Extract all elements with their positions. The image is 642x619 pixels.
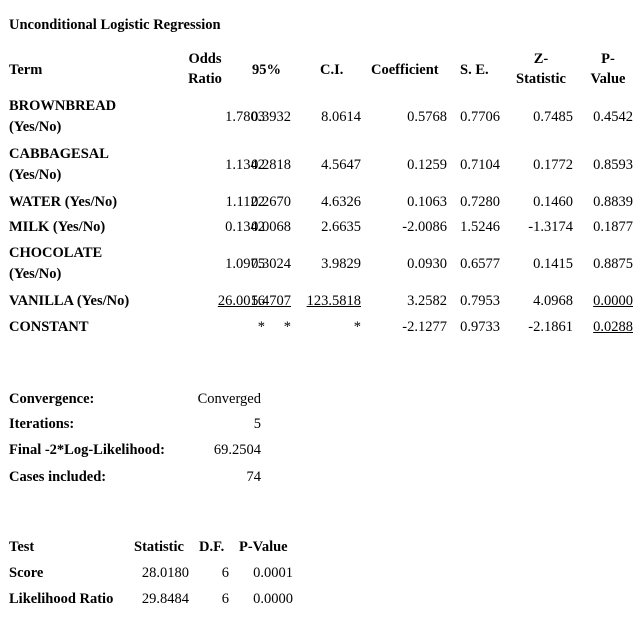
cell-ci-low: 0.3932 — [251, 109, 291, 125]
cell-se: 0.7104 — [460, 157, 500, 173]
cell-coefficient: -2.0086 — [402, 219, 447, 235]
summary-label: Convergence: — [9, 391, 95, 407]
header-term: Term — [9, 62, 43, 78]
header-ci-low: 95% — [252, 62, 281, 78]
header-odds-ratio: Odds Ratio — [180, 49, 230, 89]
cell-p: 0.0288 — [593, 319, 633, 335]
header-z-line2: Statistic — [516, 71, 566, 87]
summary-value: 74 — [246, 469, 262, 485]
test-cell-df: 6 — [221, 565, 229, 581]
term-name: WATER (Yes/No) — [9, 194, 118, 210]
cell-p: 0.8593 — [593, 157, 633, 173]
cell-z: 0.7485 — [533, 109, 573, 125]
header-z-statistic: Z- Statistic — [510, 49, 572, 89]
cell-ci-high: 4.5647 — [321, 157, 361, 173]
header-z-line1: Z- — [533, 51, 549, 67]
cell-z: 0.1772 — [533, 157, 573, 173]
header-p-value: P- Value — [584, 49, 632, 89]
test-header-df: D.F. — [199, 539, 225, 555]
cell-odds-ratio: * — [257, 319, 265, 335]
cell-p: 0.8875 — [593, 256, 633, 272]
cell-ci-low: 0.3024 — [251, 256, 291, 272]
cell-coefficient: 0.1063 — [407, 194, 447, 210]
cell-se: 0.6577 — [460, 256, 500, 272]
term-name: CHOCOLATE — [9, 245, 103, 261]
cell-coefficient: 0.0930 — [407, 256, 447, 272]
cell-se: 0.7706 — [460, 109, 500, 125]
cell-z: 4.0968 — [533, 293, 573, 309]
header-odds-ratio-line2: Ratio — [188, 71, 222, 87]
test-header-p-value: P-Value — [239, 539, 288, 555]
cell-se: 0.7280 — [460, 194, 500, 210]
header-ci-high: C.I. — [320, 62, 344, 78]
summary-label: Final -2*Log-Likelihood: — [9, 442, 165, 458]
summary-value: 5 — [253, 416, 261, 432]
cell-z: 0.1460 — [533, 194, 573, 210]
cell-coefficient: -2.1277 — [402, 319, 447, 335]
header-p-line1: P- — [601, 51, 615, 67]
cell-ci-low: * — [283, 319, 291, 335]
cell-se: 0.7953 — [460, 293, 500, 309]
summary-label: Cases included: — [9, 469, 107, 485]
test-name: Likelihood Ratio — [9, 591, 114, 607]
cell-p: 0.8839 — [593, 194, 633, 210]
term-name: CONSTANT — [9, 319, 89, 335]
term-name-suffix: (Yes/No) — [9, 119, 62, 135]
test-cell-statistic: 28.0180 — [141, 565, 189, 581]
header-se: S. E. — [460, 62, 489, 78]
test-cell-df: 6 — [221, 591, 229, 607]
cell-p: 0.0000 — [593, 293, 633, 309]
header-coefficient: Coefficient — [371, 62, 439, 78]
test-header-test: Test — [9, 539, 35, 555]
cell-ci-high: 2.6635 — [321, 219, 361, 235]
term-name-suffix: (Yes/No) — [9, 167, 62, 183]
test-cell-statistic: 29.8484 — [141, 591, 189, 607]
cell-p: 0.4542 — [593, 109, 633, 125]
test-cell-p: 0.0000 — [253, 591, 293, 607]
cell-se: 1.5246 — [460, 219, 500, 235]
cell-ci-low: 0.2818 — [251, 157, 291, 173]
cell-se: 0.9733 — [460, 319, 500, 335]
page-title: Unconditional Logistic Regression — [9, 17, 221, 33]
term-name: BROWNBREAD — [9, 98, 117, 114]
cell-ci-low: 0.0068 — [251, 219, 291, 235]
cell-coefficient: 0.5768 — [407, 109, 447, 125]
cell-z: 0.1415 — [533, 256, 573, 272]
cell-z: -2.1861 — [528, 319, 573, 335]
cell-ci-low: 5.4707 — [251, 293, 291, 309]
summary-value: Converged — [197, 391, 261, 407]
summary-label: Iterations: — [9, 416, 75, 432]
cell-coefficient: 0.1259 — [407, 157, 447, 173]
cell-coefficient: 3.2582 — [407, 293, 447, 309]
header-odds-ratio-line1: Odds — [188, 51, 222, 67]
header-p-line2: Value — [590, 71, 626, 87]
test-name: Score — [9, 565, 44, 581]
term-name: CABBAGESAL — [9, 146, 109, 162]
summary-value: 69.2504 — [213, 442, 261, 458]
term-name-suffix: (Yes/No) — [9, 266, 62, 282]
cell-ci-low: 0.2670 — [251, 194, 291, 210]
cell-ci-high: 8.0614 — [321, 109, 361, 125]
term-name: MILK (Yes/No) — [9, 219, 106, 235]
test-cell-p: 0.0001 — [253, 565, 293, 581]
cell-ci-high: 4.6326 — [321, 194, 361, 210]
cell-p: 0.1877 — [593, 219, 633, 235]
cell-z: -1.3174 — [528, 219, 573, 235]
test-header-statistic: Statistic — [134, 539, 184, 555]
term-name: VANILLA (Yes/No) — [9, 293, 130, 309]
cell-ci-high: 3.9829 — [321, 256, 361, 272]
cell-ci-high: * — [353, 319, 361, 335]
cell-ci-high: 123.5818 — [306, 293, 361, 309]
